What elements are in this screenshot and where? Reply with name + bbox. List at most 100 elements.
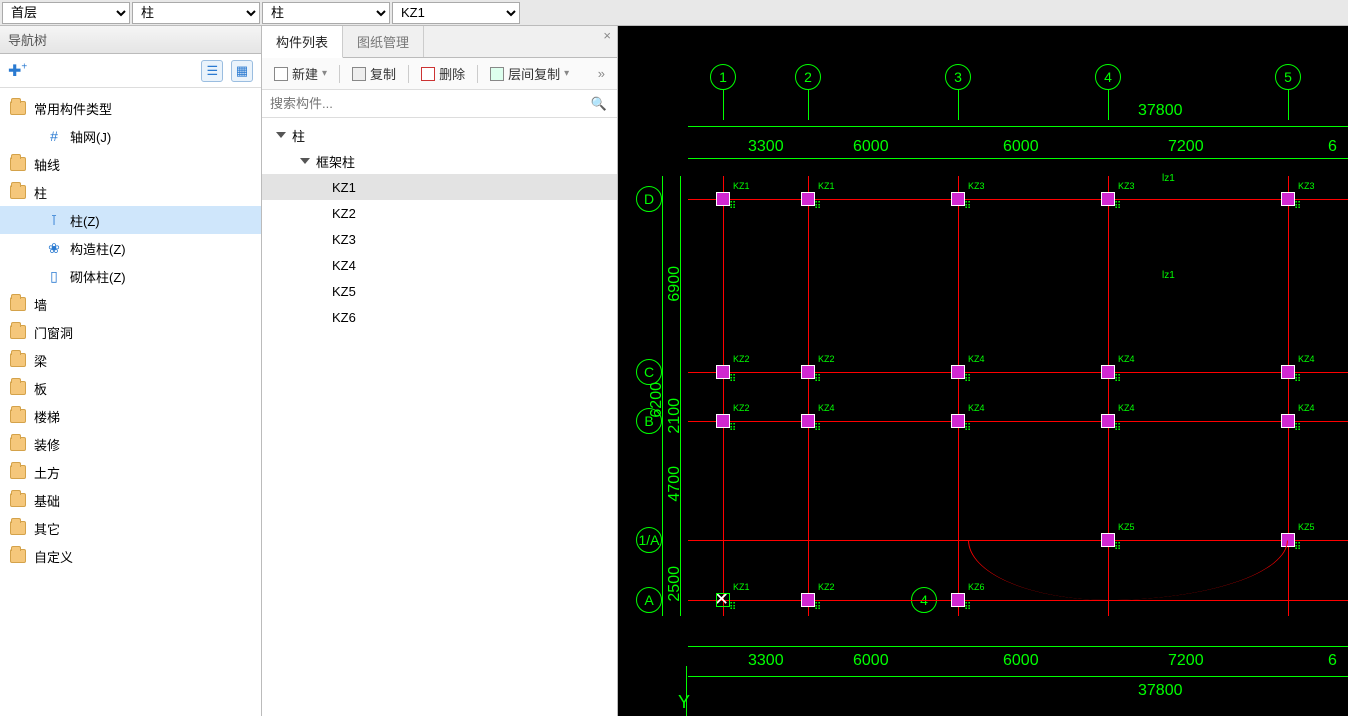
grid-bubble: 2 xyxy=(795,64,821,90)
column-marker xyxy=(716,593,730,607)
component-list[interactable]: 柱框架柱KZ1KZ2KZ3KZ4KZ5KZ6 xyxy=(262,118,617,334)
column-label: KZ4 xyxy=(968,403,985,413)
nav-item-墙[interactable]: 墙 xyxy=(0,290,261,318)
dim-total: 37800 xyxy=(1138,102,1183,120)
category2-select[interactable]: 柱 xyxy=(262,2,390,24)
list-item[interactable]: KZ5 xyxy=(262,278,617,304)
list-item[interactable]: KZ1 xyxy=(262,174,617,200)
folder-icon xyxy=(10,157,26,171)
component-tabs: 构件列表 图纸管理 xyxy=(262,26,617,58)
component-toolbar: 新建▾ 复制 删除 层间复制▾ » xyxy=(262,58,617,90)
folder-icon xyxy=(10,549,26,563)
column-marker xyxy=(951,365,965,379)
rebar-icon: ⠿ xyxy=(1114,374,1121,385)
search-input[interactable] xyxy=(262,90,581,117)
nav-item-砌体柱(Z)[interactable]: ▯砌体柱(Z) xyxy=(0,262,261,290)
column-label: KZ5 xyxy=(1118,522,1135,532)
column-marker xyxy=(951,192,965,206)
folder-icon xyxy=(10,437,26,451)
column-marker xyxy=(1281,414,1295,428)
chevron-down-icon xyxy=(276,132,286,138)
list-item[interactable]: KZ2 xyxy=(262,200,617,226)
nav-item-装修[interactable]: 装修 xyxy=(0,430,261,458)
dim-bottom: 6000 xyxy=(853,652,889,670)
grid-vline xyxy=(808,176,809,616)
nav-tree[interactable]: 常用构件类型#轴网(J)轴线柱⊺柱(Z)❀构造柱(Z)▯砌体柱(Z)墙门窗洞梁板… xyxy=(0,88,261,576)
nav-item-轴线[interactable]: 轴线 xyxy=(0,150,261,178)
column-marker xyxy=(1281,365,1295,379)
delete-button[interactable]: 删除 xyxy=(415,62,471,85)
rebar-icon: ⠿ xyxy=(729,423,736,434)
category1-select[interactable]: 柱 xyxy=(132,2,260,24)
nav-item-土方[interactable]: 土方 xyxy=(0,458,261,486)
add-icon[interactable]: ✚+ xyxy=(8,61,27,81)
grid-bubble: D xyxy=(636,186,662,212)
column-label: KZ6 xyxy=(968,582,985,592)
search-icon[interactable]: 🔍 xyxy=(581,96,617,112)
column-marker xyxy=(951,414,965,428)
leaf-icon: ❀ xyxy=(46,240,62,257)
column-marker xyxy=(1101,192,1115,206)
copy-button[interactable]: 复制 xyxy=(346,62,402,85)
rebar-icon: ⠿ xyxy=(964,602,971,613)
dim-left: 6900 xyxy=(666,266,684,302)
nav-item-梁[interactable]: 梁 xyxy=(0,346,261,374)
rebar-icon: ⠿ xyxy=(1294,201,1301,212)
floor-select[interactable]: 首层 xyxy=(2,2,130,24)
axis-line xyxy=(686,666,687,716)
folder-icon xyxy=(10,409,26,423)
list-item-label: 柱 xyxy=(292,126,305,145)
leaf-icon: # xyxy=(46,128,62,144)
nav-item-label: 门窗洞 xyxy=(34,323,73,342)
view-grid-icon[interactable]: ▦ xyxy=(231,60,253,82)
column-marker xyxy=(801,414,815,428)
folder-icon xyxy=(10,353,26,367)
nav-item-label: 梁 xyxy=(34,351,47,370)
nav-item-门窗洞[interactable]: 门窗洞 xyxy=(0,318,261,346)
tab-drawing-manage[interactable]: 图纸管理 xyxy=(343,26,424,57)
delete-icon xyxy=(421,67,435,81)
list-item[interactable]: 框架柱 xyxy=(262,148,617,174)
more-button[interactable]: » xyxy=(592,66,611,81)
close-icon[interactable]: × xyxy=(603,28,611,43)
column-marker xyxy=(716,365,730,379)
leaf-icon: ⊺ xyxy=(46,212,62,229)
nav-item-label: 土方 xyxy=(34,463,60,482)
list-item[interactable]: KZ6 xyxy=(262,304,617,330)
list-item[interactable]: 柱 xyxy=(262,122,617,148)
column-marker xyxy=(801,192,815,206)
floor-copy-icon xyxy=(490,67,504,81)
dim-left: 4700 xyxy=(666,466,684,502)
nav-item-自定义[interactable]: 自定义 xyxy=(0,542,261,570)
nav-item-轴网(J)[interactable]: #轴网(J) xyxy=(0,122,261,150)
view-list-icon[interactable]: ☰ xyxy=(201,60,223,82)
copy-icon xyxy=(352,67,366,81)
nav-item-构造柱(Z)[interactable]: ❀构造柱(Z) xyxy=(0,234,261,262)
rebar-icon: ⠿ xyxy=(1294,423,1301,434)
dim-line xyxy=(688,646,1348,647)
new-button[interactable]: 新建▾ xyxy=(268,62,333,85)
column-label: KZ4 xyxy=(1118,354,1135,364)
nav-item-楼梯[interactable]: 楼梯 xyxy=(0,402,261,430)
nav-item-板[interactable]: 板 xyxy=(0,374,261,402)
nav-item-柱[interactable]: 柱 xyxy=(0,178,261,206)
list-item[interactable]: KZ3 xyxy=(262,226,617,252)
column-marker xyxy=(1281,192,1295,206)
rebar-icon: ⠿ xyxy=(729,374,736,385)
dim-top: 6 xyxy=(1328,138,1337,156)
dim-bottom: 6000 xyxy=(1003,652,1039,670)
dim-bottom: 3300 xyxy=(748,652,784,670)
nav-item-基础[interactable]: 基础 xyxy=(0,486,261,514)
grid-bubble: 3 xyxy=(945,64,971,90)
nav-item-柱(Z)[interactable]: ⊺柱(Z) xyxy=(0,206,261,234)
item-select[interactable]: KZ1 xyxy=(392,2,520,24)
column-label: KZ1 xyxy=(733,181,750,191)
nav-item-其它[interactable]: 其它 xyxy=(0,514,261,542)
grid-hline xyxy=(688,199,1348,200)
component-panel: × 构件列表 图纸管理 新建▾ 复制 删除 层间复制▾ » 🔍 柱框架柱KZ1K… xyxy=(262,26,618,716)
list-item[interactable]: KZ4 xyxy=(262,252,617,278)
cad-canvas[interactable]: 123453780033006000600072006DCB1/AA469002… xyxy=(618,26,1348,716)
nav-item-常用构件类型[interactable]: 常用构件类型 xyxy=(0,94,261,122)
floor-copy-button[interactable]: 层间复制▾ xyxy=(484,62,575,85)
tab-component-list[interactable]: 构件列表 xyxy=(262,26,343,58)
